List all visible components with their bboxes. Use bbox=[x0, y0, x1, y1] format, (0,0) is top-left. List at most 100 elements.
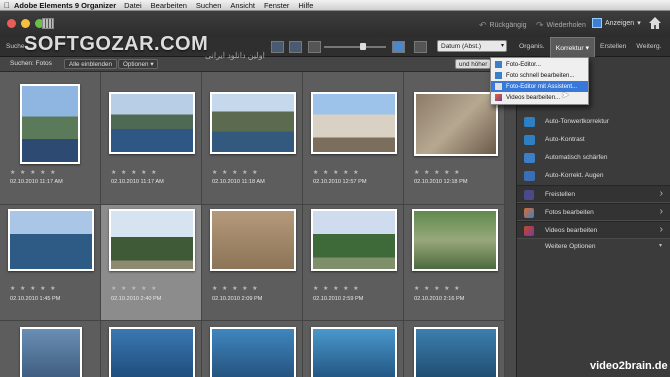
display-icon bbox=[592, 18, 602, 28]
undo-icon: ↶ bbox=[479, 20, 487, 30]
slider-knob[interactable] bbox=[360, 43, 366, 50]
rating-stars[interactable]: ★ ★ ★ ★ ★ bbox=[313, 285, 360, 292]
crop-section[interactable]: Freistellen › bbox=[517, 185, 670, 203]
rating-filter[interactable]: und höher bbox=[455, 59, 492, 69]
edit-photos-section[interactable]: Fotos bearbeiten › bbox=[517, 203, 670, 221]
app-menu[interactable]: Adobe Elements 9 Organizer bbox=[14, 1, 116, 10]
photo-thumbnail[interactable] bbox=[210, 92, 296, 154]
menu-quick-edit[interactable]: Foto schnell bearbeiten... bbox=[491, 70, 588, 81]
more-options-label: Weitere Optionen bbox=[545, 243, 596, 250]
photo-thumbnail[interactable] bbox=[20, 84, 80, 164]
menu-bearbeiten[interactable]: Bearbeiten bbox=[151, 1, 187, 10]
redo-icon: ↷ bbox=[536, 20, 544, 30]
show-all-button[interactable]: Alle einblenden bbox=[64, 59, 118, 69]
show-label: Anzeigen bbox=[605, 19, 635, 27]
rating-stars[interactable]: ★ ★ ★ ★ ★ bbox=[212, 169, 259, 176]
photo-date: 02.10.2010 2:09 PM bbox=[212, 296, 263, 302]
more-options[interactable]: Weitere Optionen ▾ bbox=[517, 240, 670, 254]
menu-ansicht[interactable]: Ansicht bbox=[230, 1, 255, 10]
photo-thumbnail[interactable] bbox=[412, 209, 498, 271]
minimize-button[interactable] bbox=[21, 19, 30, 28]
photo-thumbnail[interactable] bbox=[311, 92, 397, 154]
photo-thumbnail[interactable] bbox=[109, 209, 195, 271]
photo-cell[interactable]: ★ ★ ★ ★ ★ 02.10.2010 2:16 PM bbox=[404, 205, 505, 321]
quick-edit-icon bbox=[495, 72, 502, 79]
panel-tabs: Organis. Korrektur ▾ Erstellen Weiterg. bbox=[514, 37, 667, 57]
thumbnail-size-slider[interactable] bbox=[324, 43, 386, 50]
photo-cell[interactable]: ★ ★ ★ ★ ★ 02.10.2010 11:17 AM bbox=[101, 72, 202, 205]
photo-thumbnail[interactable] bbox=[210, 327, 296, 377]
home-icon[interactable] bbox=[648, 16, 662, 30]
show-button[interactable]: Anzeigen ▾ bbox=[592, 18, 641, 28]
search-label: Suche bbox=[6, 43, 25, 50]
photo-thumbnail[interactable] bbox=[20, 327, 82, 377]
auto-sharpen-button[interactable]: Automatisch schärfen bbox=[517, 149, 670, 167]
rating-stars[interactable]: ★ ★ ★ ★ ★ bbox=[10, 169, 57, 176]
photo-cell[interactable]: ★ ★ ★ ★ ★ 02.10.2010 11:17 AM bbox=[0, 72, 101, 205]
photo-date: 02.10.2010 2:40 PM bbox=[111, 296, 162, 302]
apple-icon[interactable]:  bbox=[0, 1, 14, 10]
menu-guided-edit[interactable]: Foto-Editor mit Assistent... bbox=[491, 81, 588, 92]
photo-cell[interactable] bbox=[404, 321, 505, 377]
photo-cell-selected[interactable]: ★ ★ ★ ★ ★ 02.10.2010 2:40 PM bbox=[101, 205, 202, 321]
catalog-icon[interactable] bbox=[42, 18, 54, 29]
rating-stars[interactable]: ★ ★ ★ ★ ★ bbox=[414, 285, 461, 292]
guided-edit-icon bbox=[495, 83, 502, 90]
menu-item-label: Foto-Editor... bbox=[506, 61, 541, 68]
photo-cell[interactable]: ★ ★ ★ ★ ★ 02.10.2010 11:18 AM bbox=[202, 72, 303, 205]
photo-thumbnail[interactable] bbox=[8, 209, 94, 271]
redo-button[interactable]: ↷ Wiederholen bbox=[536, 20, 586, 31]
photo-cell[interactable]: ★ ★ ★ ★ ★ 02.10.2010 1:45 PM bbox=[0, 205, 101, 321]
menu-suchen[interactable]: Suchen bbox=[196, 1, 221, 10]
photo-thumbnail[interactable] bbox=[414, 327, 498, 377]
edit-photos-label: Fotos bearbeiten bbox=[545, 209, 594, 216]
edit-videos-label: Videos bearbeiten bbox=[545, 227, 598, 234]
options-button[interactable]: Optionen ▾ bbox=[118, 59, 159, 69]
menu-edit-videos[interactable]: Videos bearbeiten... bbox=[491, 92, 588, 103]
photo-cell[interactable]: ★ ★ ★ ★ ★ 02.10.2010 2:59 PM bbox=[303, 205, 404, 321]
compare-icon[interactable] bbox=[289, 41, 302, 53]
photo-thumbnail[interactable] bbox=[414, 92, 498, 156]
photo-thumbnail[interactable] bbox=[109, 327, 195, 377]
photo-cell[interactable] bbox=[303, 321, 404, 377]
rating-stars[interactable]: ★ ★ ★ ★ ★ bbox=[111, 285, 158, 292]
red-eye-button[interactable]: Auto-Korrekt. Augen bbox=[517, 167, 670, 185]
photo-thumbnail[interactable] bbox=[311, 209, 397, 271]
sort-select[interactable]: Datum (Abst.) ▾ bbox=[437, 40, 507, 52]
photo-cell[interactable] bbox=[101, 321, 202, 377]
auto-sharpen-label: Automatisch schärfen bbox=[545, 154, 608, 161]
photo-thumbnail[interactable] bbox=[109, 92, 195, 154]
details-icon[interactable] bbox=[414, 41, 427, 53]
close-button[interactable] bbox=[7, 19, 16, 28]
tab-fix[interactable]: Korrektur ▾ bbox=[549, 37, 595, 57]
tab-create[interactable]: Erstellen bbox=[595, 37, 631, 57]
menu-fenster[interactable]: Fenster bbox=[264, 1, 289, 10]
watermark-subtitle: اولین دانلود ایرانی bbox=[205, 51, 265, 60]
photo-cell[interactable]: ★ ★ ★ ★ ★ 02.10.2010 12:57 PM bbox=[303, 72, 404, 205]
auto-contrast-button[interactable]: Auto-Kontrast bbox=[517, 131, 670, 149]
photo-cell[interactable] bbox=[0, 321, 101, 377]
tab-organize[interactable]: Organis. bbox=[514, 37, 550, 57]
menu-photo-editor[interactable]: Foto-Editor... bbox=[491, 59, 588, 70]
rating-stars[interactable]: ★ ★ ★ ★ ★ bbox=[313, 169, 360, 176]
tab-share[interactable]: Weiterg. bbox=[631, 37, 666, 57]
photo-cell[interactable] bbox=[202, 321, 303, 377]
small-thumbs-icon[interactable] bbox=[308, 41, 321, 53]
undo-button[interactable]: ↶ Rückgängig bbox=[479, 20, 527, 31]
rating-stars[interactable]: ★ ★ ★ ★ ★ bbox=[414, 169, 461, 176]
rating-stars[interactable]: ★ ★ ★ ★ ★ bbox=[10, 285, 57, 292]
rating-stars[interactable]: ★ ★ ★ ★ ★ bbox=[212, 285, 259, 292]
auto-levels-button[interactable]: Auto-Tonwertkorrektur bbox=[517, 113, 670, 131]
large-thumbs-icon[interactable] bbox=[392, 41, 405, 53]
photo-thumbnail[interactable] bbox=[311, 327, 397, 377]
photo-cell[interactable]: ★ ★ ★ ★ ★ 02.10.2010 2:09 PM bbox=[202, 205, 303, 321]
rating-stars[interactable]: ★ ★ ★ ★ ★ bbox=[111, 169, 158, 176]
menu-hilfe[interactable]: Hilfe bbox=[298, 1, 313, 10]
menu-datei[interactable]: Datei bbox=[124, 1, 142, 10]
mouse-cursor-icon: ➤ bbox=[561, 90, 570, 101]
photo-thumbnail[interactable] bbox=[210, 209, 296, 271]
photo-date: 02.10.2010 11:18 AM bbox=[212, 179, 265, 185]
edit-videos-section[interactable]: Videos bearbeiten › bbox=[517, 221, 670, 239]
chevron-right-icon: › bbox=[659, 188, 663, 199]
full-screen-icon[interactable] bbox=[271, 41, 284, 53]
